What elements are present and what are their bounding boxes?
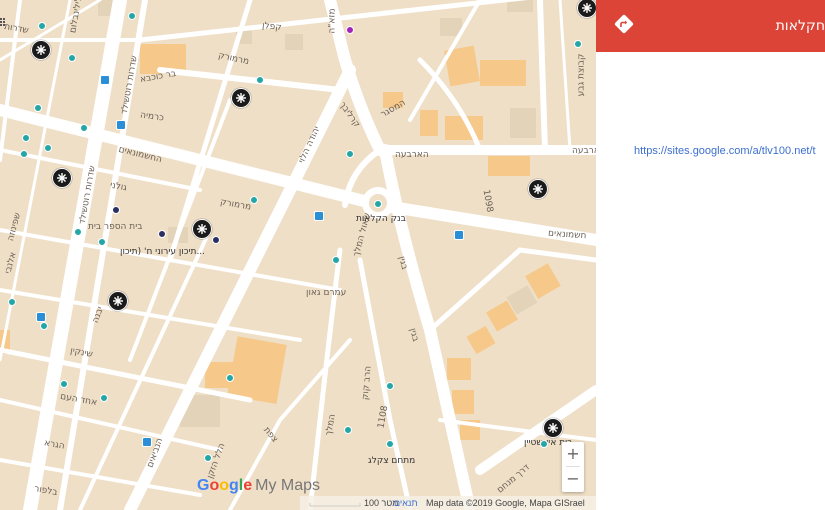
map-footer: 100 מטר תנאים Map data ©2019 Google, Map… [300, 496, 596, 510]
street-label-beit-hasefer: בית הספר בית [88, 222, 143, 232]
poi-dot[interactable] [68, 54, 76, 62]
poi-dot[interactable] [22, 134, 30, 142]
map-data-attribution: Map data ©2019 Google, Mapa GISrael [426, 498, 585, 508]
poi-dot[interactable] [256, 76, 264, 84]
poi-dot[interactable] [332, 256, 340, 264]
poi-dot-dark[interactable] [158, 230, 166, 238]
my-maps-text: My Maps [255, 477, 321, 494]
map-marker[interactable] [528, 179, 548, 199]
poi-dot[interactable] [374, 200, 382, 208]
poi-dot-purple[interactable] [346, 26, 354, 34]
street-label-kvutzat-geva: קבוצת גבע [576, 53, 587, 97]
poi-dot[interactable] [386, 382, 394, 390]
street-label-harbaa: הארבעה [395, 150, 429, 160]
zoom-out-button[interactable]: − [562, 467, 584, 491]
zoom-control: + − [562, 442, 584, 492]
poi-dot[interactable] [44, 144, 52, 152]
poi-dot[interactable] [8, 298, 16, 306]
bus-stop-icon[interactable] [100, 75, 110, 85]
bus-stop-icon[interactable] [454, 230, 464, 240]
directions-icon[interactable] [614, 14, 634, 34]
poi-dot[interactable] [100, 394, 108, 402]
poi-dot[interactable] [34, 104, 42, 112]
map-base [0, 0, 596, 510]
zoom-in-button[interactable]: + [562, 442, 584, 466]
street-label-harbaa: הארבעה [572, 146, 596, 156]
poi-dot[interactable] [574, 40, 582, 48]
poi-dot[interactable] [346, 150, 354, 158]
poi-label-school: תיכון עירוני ח' (תיכון... [120, 247, 206, 257]
poi-label-matcham: מתחם צקלג [368, 456, 416, 466]
apps-grid-icon[interactable] [0, 18, 7, 30]
bus-stop-icon[interactable] [116, 120, 126, 130]
poi-dot-dark[interactable] [112, 206, 120, 214]
poi-dot[interactable] [226, 374, 234, 382]
map-canvas[interactable]: לילינבלום שדרות רוטשילד שדרות רוטשילד מז… [0, 0, 596, 510]
poi-dot-dark[interactable] [212, 236, 220, 244]
details-panel: חקלאות https://sites.google.com/a/tlv100… [596, 0, 825, 510]
poi-dot[interactable] [204, 454, 212, 462]
map-marker[interactable] [31, 40, 51, 60]
street-label-amram-gaon: עמרם גאון [306, 288, 347, 298]
panel-link[interactable]: https://sites.google.com/a/tlv100.net/t [634, 145, 816, 157]
poi-label-bank: בנק הקלאות [356, 214, 406, 224]
poi-dot[interactable] [40, 322, 48, 330]
poi-dot[interactable] [250, 196, 258, 204]
bus-stop-icon[interactable] [142, 437, 152, 447]
google-my-maps-logo: Google My Maps [197, 477, 320, 495]
poi-dot[interactable] [60, 380, 68, 388]
panel-header: חקלאות [596, 0, 825, 52]
logo-letter: G [197, 477, 210, 494]
poi-dot[interactable] [38, 22, 46, 30]
street-label-kaplan: קפלן [261, 21, 283, 33]
logo-letter: o [219, 477, 230, 494]
panel-title: חקלאות [775, 18, 825, 34]
map-marker[interactable] [543, 418, 563, 438]
bus-stop-icon[interactable] [314, 211, 324, 221]
street-label-mazeh: מזא"ה [327, 8, 338, 34]
logo-letter: e [243, 477, 253, 494]
poi-dot[interactable] [128, 12, 136, 20]
map-marker[interactable] [52, 168, 72, 188]
logo-letter: o [209, 477, 220, 494]
map-marker[interactable] [577, 0, 596, 18]
poi-dot[interactable] [80, 124, 88, 132]
map-marker[interactable] [108, 291, 128, 311]
map-marker[interactable] [192, 219, 212, 239]
logo-letter: g [229, 477, 239, 494]
poi-dot[interactable] [98, 238, 106, 246]
bus-stop-icon[interactable] [36, 312, 46, 322]
poi-dot[interactable] [386, 440, 394, 448]
poi-dot[interactable] [74, 228, 82, 236]
map-marker[interactable] [231, 88, 251, 108]
terms-link[interactable]: תנאים [394, 498, 418, 508]
poi-dot[interactable] [540, 440, 548, 448]
poi-dot[interactable] [344, 426, 352, 434]
poi-dot[interactable] [20, 150, 28, 158]
